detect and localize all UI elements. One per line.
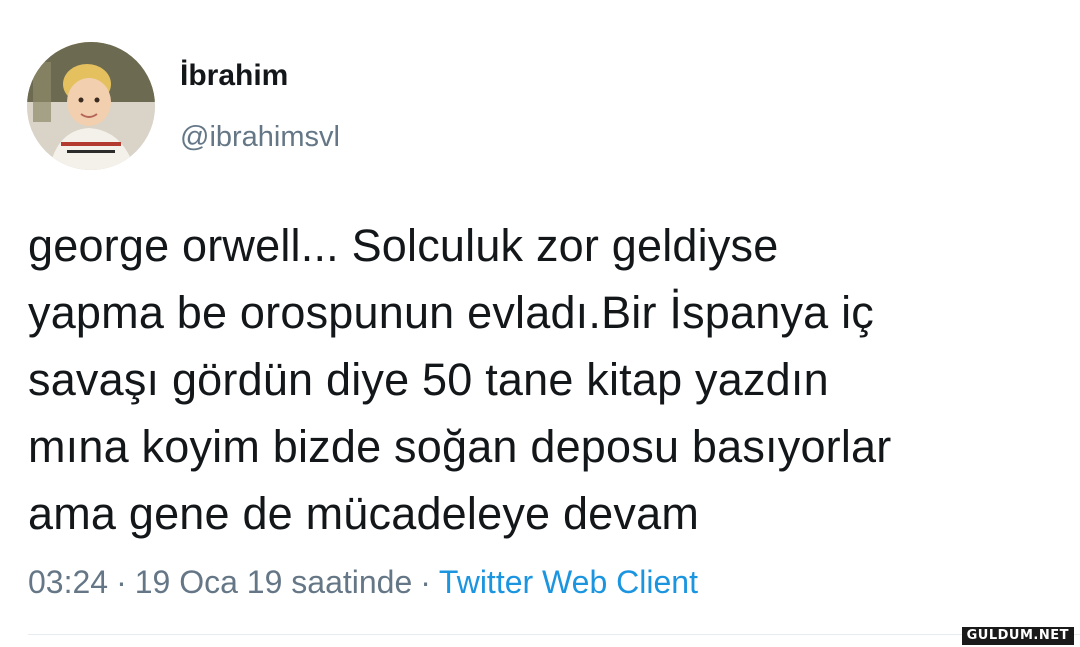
divider [28,634,1080,635]
tweet-text-line: savaşı gördün diye 50 tane kitap yazdın [28,354,829,405]
meta-separator: · [116,564,127,600]
tweet-text-line: george orwell... Solculuk zor geldiyse [28,220,779,271]
tweet-metadata: 03:24 · 19 Oca 19 saatinde · Twitter Web Cli… [28,562,698,602]
display-name[interactable]: İbrahim [180,58,288,94]
meta-separator: · [420,564,431,600]
tweet-time[interactable]: 03:24 [28,564,108,600]
tweet-date[interactable]: 19 Oca 19 saatinde [135,564,413,600]
user-handle[interactable]: @ibrahimsvl [180,120,340,154]
tweet-text-line: yapma be orospunun evladı.Bir İspanya iç [28,287,874,338]
tweet-text-line: mına koyim bizde soğan deposu basıyorlar [28,421,892,472]
tweet-text-line: ama gene de mücadeleye devam [28,488,700,539]
tweet-card: İbrahim @ibrahimsvl george orwell... Sol… [0,0,1080,647]
client-link[interactable]: Twitter Web Client [439,564,698,600]
watermark-logo: GULDUM.NET [961,627,1074,645]
avatar-photo-icon [27,42,155,170]
avatar[interactable] [27,42,155,170]
tweet-text: george orwell... Solculuk zor geldiyse y… [28,212,1058,547]
